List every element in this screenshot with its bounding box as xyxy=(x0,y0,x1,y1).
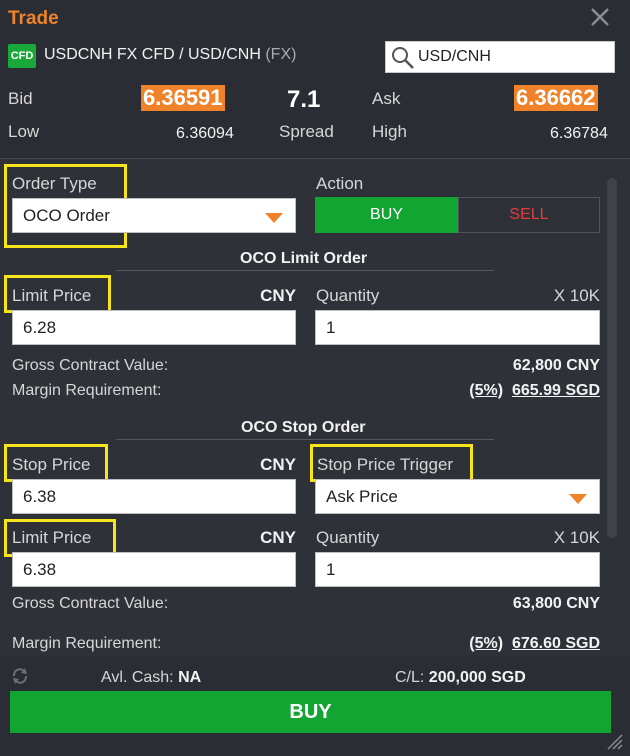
close-button[interactable] xyxy=(588,4,612,30)
action-buy-toggle[interactable]: BUY xyxy=(315,197,458,233)
stop-quantity-input[interactable]: 1 xyxy=(315,552,600,587)
available-cash: Avl. Cash: NA xyxy=(101,669,201,687)
limit-gross-value: 62,800 CNY xyxy=(512,357,600,374)
stop-limit-price-input[interactable]: 6.38 xyxy=(12,552,296,587)
limit-margin-group: (5%) 665.99 SGD xyxy=(400,382,600,400)
limit-quantity-unit: X 10K xyxy=(553,286,600,305)
oco-stop-title: OCO Stop Order xyxy=(241,419,366,436)
stop-gross-value: 63,800 CNY xyxy=(512,595,600,612)
close-icon[interactable] xyxy=(588,4,612,30)
stop-limit-price-currency: CNY xyxy=(260,528,296,547)
refresh-button[interactable] xyxy=(10,666,30,691)
limit-margin-value-link[interactable]: 665.99 SGD xyxy=(512,382,600,399)
spread-value: 7.1 xyxy=(287,86,321,113)
high-label: High xyxy=(372,122,407,141)
oco-limit-divider xyxy=(116,270,494,271)
order-type-select[interactable]: OCO Order xyxy=(12,198,296,233)
oco-limit-title: OCO Limit Order xyxy=(240,250,368,267)
cfd-badge: CFD xyxy=(8,44,36,68)
resize-grip[interactable] xyxy=(604,731,624,756)
stop-quantity-label: Quantity xyxy=(316,528,380,547)
stop-price-input[interactable]: 6.38 xyxy=(12,479,296,514)
spread-label: Spread xyxy=(279,122,334,141)
resize-grip-icon[interactable] xyxy=(604,731,624,751)
stop-price-label: Stop Price xyxy=(12,455,91,474)
stop-gross-label: Gross Contract Value: xyxy=(12,595,169,612)
credit-limit-label: C/L: xyxy=(395,669,425,686)
instrument-type: (FX) xyxy=(265,46,297,63)
search-input[interactable] xyxy=(418,45,608,69)
window-title: Trade xyxy=(8,8,59,29)
high-price: 6.36784 xyxy=(550,125,608,142)
stop-margin-value-link[interactable]: 676.60 SGD xyxy=(512,635,600,652)
bid-price: 6.36591 xyxy=(141,85,225,111)
low-label: Low xyxy=(8,122,40,141)
limit-margin-pct-link[interactable]: (5%) xyxy=(469,382,503,399)
credit-limit-value: 200,000 SGD xyxy=(428,669,526,686)
refresh-icon[interactable] xyxy=(10,666,30,686)
limit-quantity-label: Quantity xyxy=(316,286,380,305)
search-icon xyxy=(392,47,414,69)
stop-trigger-select[interactable]: Ask Price xyxy=(315,479,600,514)
ask-label: Ask xyxy=(372,89,401,108)
limit-gross-label: Gross Contract Value: xyxy=(12,357,169,374)
bid-label: Bid xyxy=(8,89,33,108)
chevron-down-icon xyxy=(569,494,587,504)
limit-quantity-input[interactable]: 1 xyxy=(315,310,600,345)
panel-scrollbar-thumb[interactable] xyxy=(607,178,617,538)
stop-quantity-unit: X 10K xyxy=(553,528,600,547)
limit-price-input[interactable]: 6.28 xyxy=(12,310,296,345)
low-price: 6.36094 xyxy=(176,125,234,142)
credit-limit: C/L: 200,000 SGD xyxy=(395,669,526,687)
limit-margin-label: Margin Requirement: xyxy=(12,382,162,399)
stop-margin-label: Margin Requirement: xyxy=(12,635,162,652)
stop-margin-group: (5%) 676.60 SGD xyxy=(400,635,600,653)
stop-limit-price-label: Limit Price xyxy=(12,528,92,547)
order-type-value: OCO Order xyxy=(23,205,110,225)
limit-price-currency: CNY xyxy=(260,286,296,305)
instrument-label: USDCNH FX CFD / USD/CNH xyxy=(44,46,261,63)
chevron-down-icon xyxy=(265,213,283,223)
action-label: Action xyxy=(316,174,364,193)
instrument-name: USDCNH FX CFD / USD/CNH (FX) xyxy=(44,46,296,64)
buy-submit-button[interactable]: BUY xyxy=(10,691,611,733)
stop-trigger-value: Ask Price xyxy=(326,486,398,506)
stop-trigger-label: Stop Price Trigger xyxy=(317,455,454,474)
instrument-search[interactable] xyxy=(385,41,615,73)
limit-price-label: Limit Price xyxy=(12,286,92,305)
available-cash-label: Avl. Cash: xyxy=(101,669,174,686)
action-sell-toggle[interactable]: SELL xyxy=(458,197,600,233)
stop-price-currency: CNY xyxy=(260,455,296,474)
available-cash-value: NA xyxy=(178,669,202,686)
stop-margin-pct-link[interactable]: (5%) xyxy=(469,635,503,652)
ask-price: 6.36662 xyxy=(514,85,598,111)
order-type-label: Order Type xyxy=(12,174,97,193)
trade-window: Trade CFD USDCNH FX CFD / USD/CNH (FX) B… xyxy=(0,0,630,755)
oco-stop-divider xyxy=(116,439,494,440)
